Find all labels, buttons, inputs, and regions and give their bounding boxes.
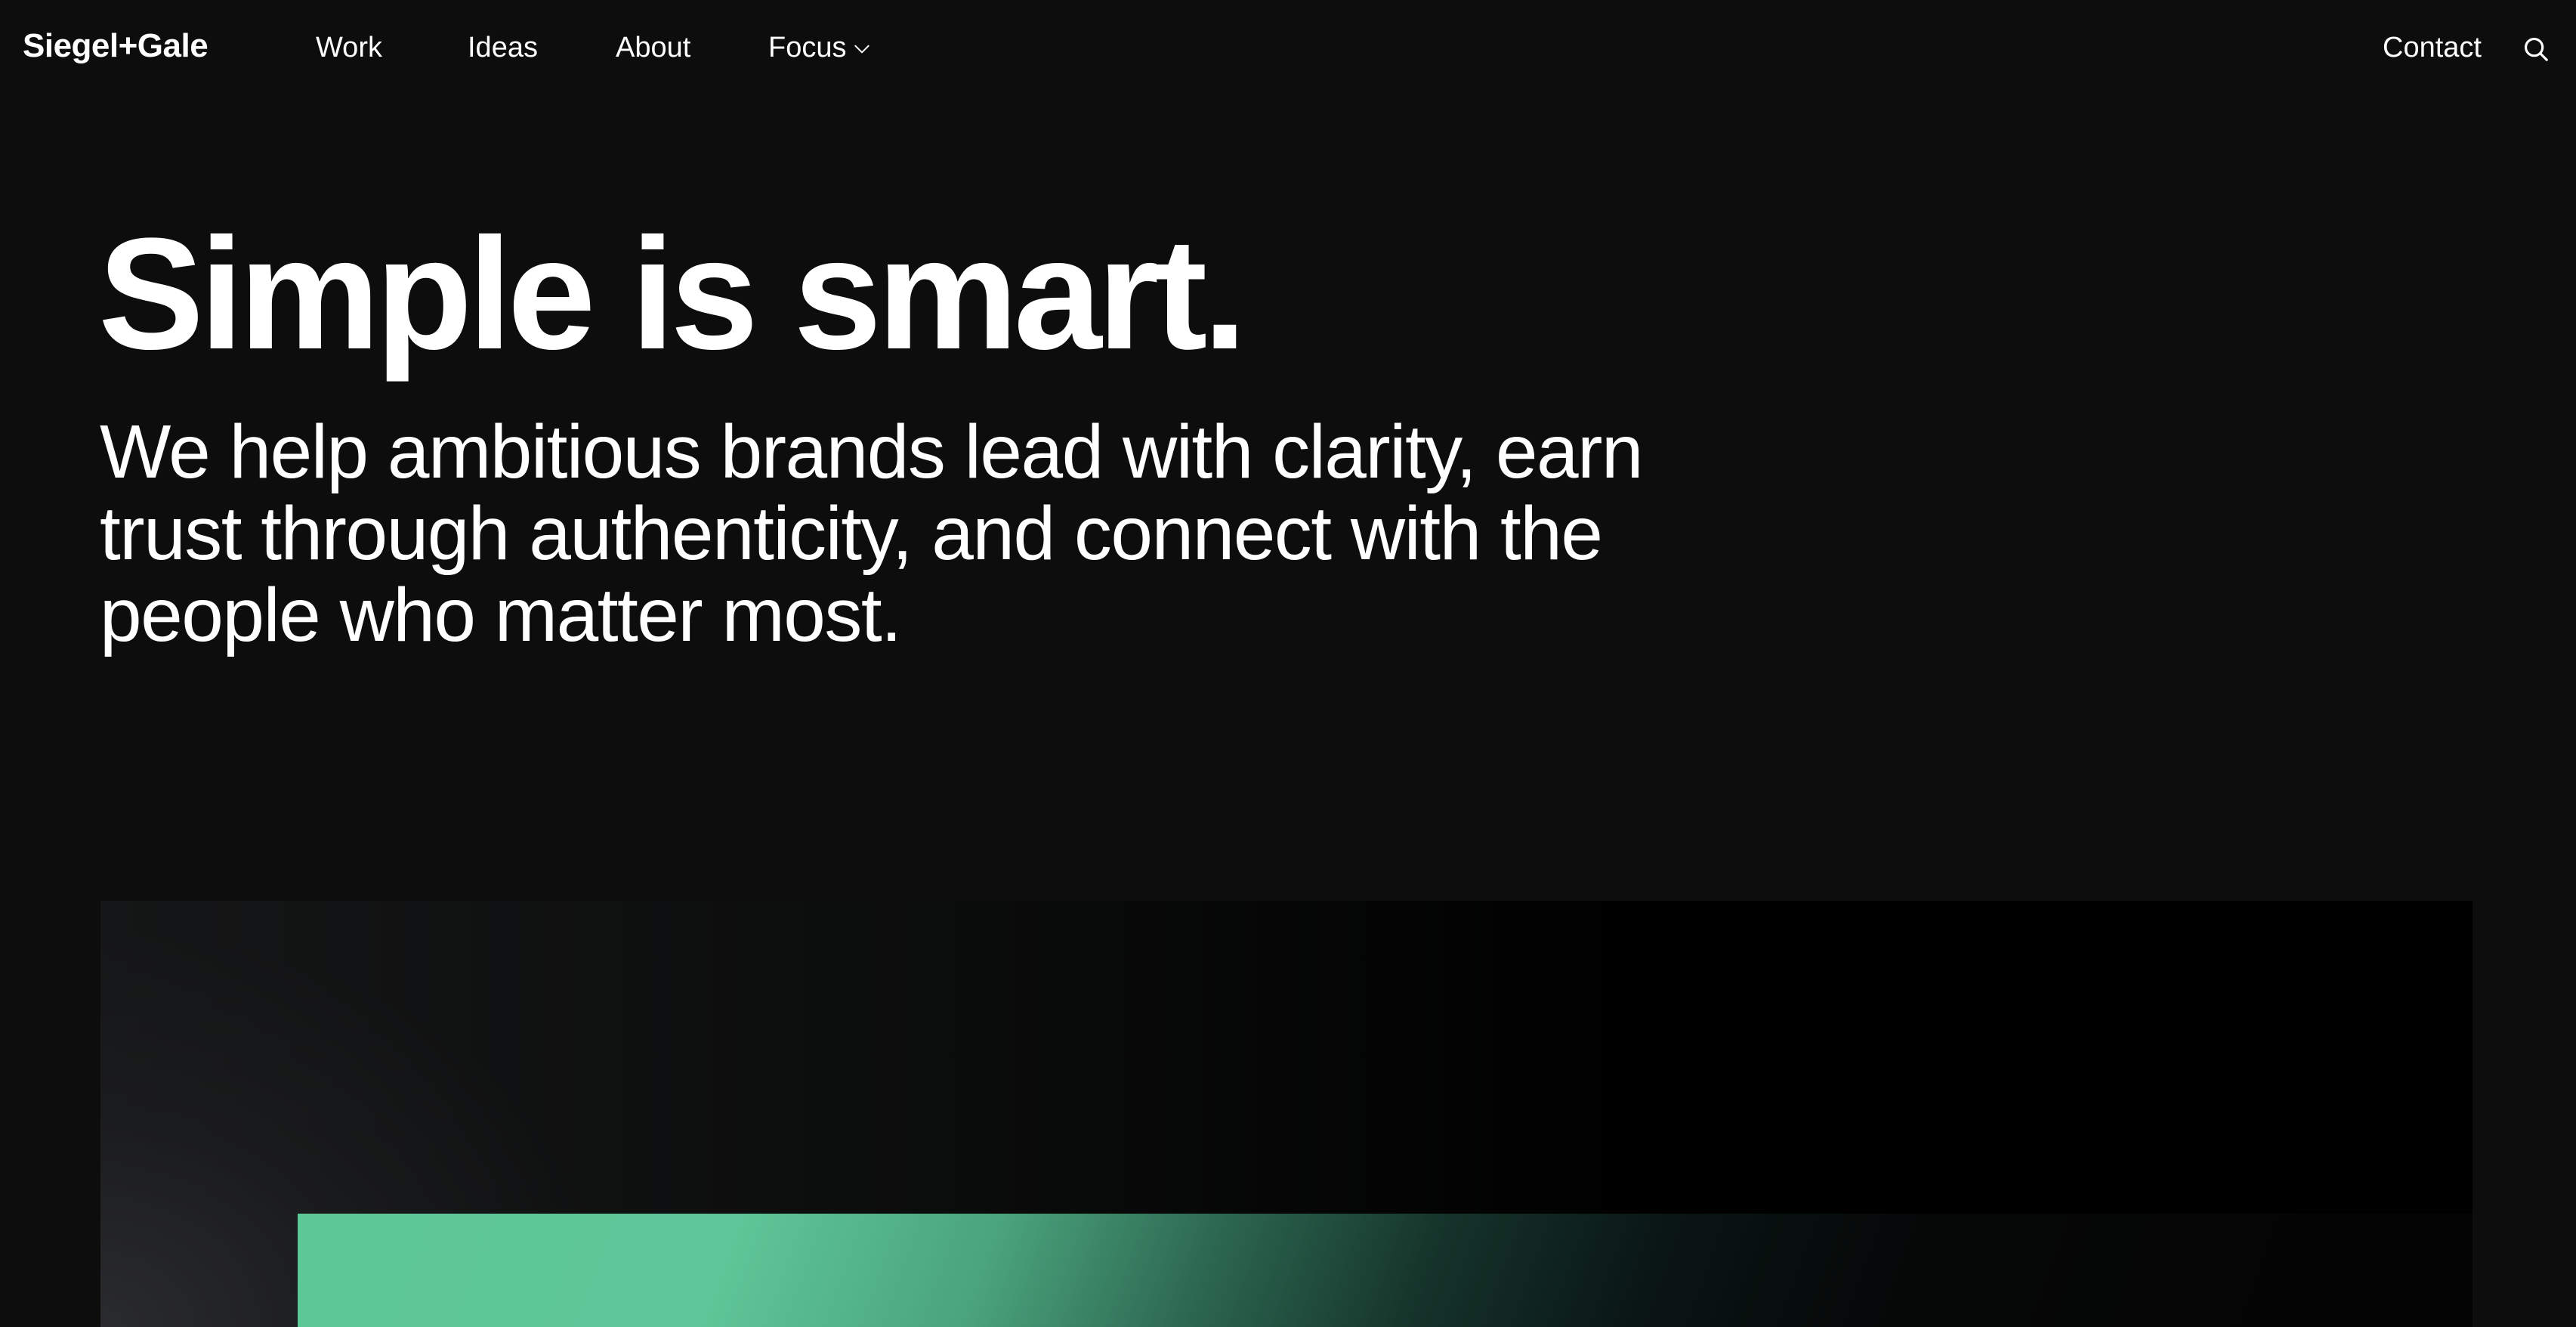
green-gradient-panel — [298, 1214, 2473, 1327]
nav-item-focus[interactable]: Focus — [768, 32, 872, 64]
site-header: Siegel+Gale Work Ideas About Focus Conta… — [0, 0, 2576, 98]
chevron-down-icon — [854, 45, 870, 53]
hero-headline: Simple is smart. — [98, 205, 1247, 382]
hero-subhead: We help ambitious brands lead with clari… — [100, 410, 1644, 657]
search-icon[interactable] — [2522, 35, 2550, 63]
contact-link[interactable]: Contact — [2383, 32, 2482, 64]
nav-item-work[interactable]: Work — [316, 32, 382, 64]
page: Siegel+Gale Work Ideas About Focus Conta… — [0, 0, 2576, 1327]
nav-item-focus-label: Focus — [768, 32, 847, 63]
hero-visual — [100, 901, 2473, 1327]
nav-item-about[interactable]: About — [616, 32, 690, 64]
logo[interactable]: Siegel+Gale — [23, 27, 208, 65]
nav-item-ideas[interactable]: Ideas — [468, 32, 538, 64]
